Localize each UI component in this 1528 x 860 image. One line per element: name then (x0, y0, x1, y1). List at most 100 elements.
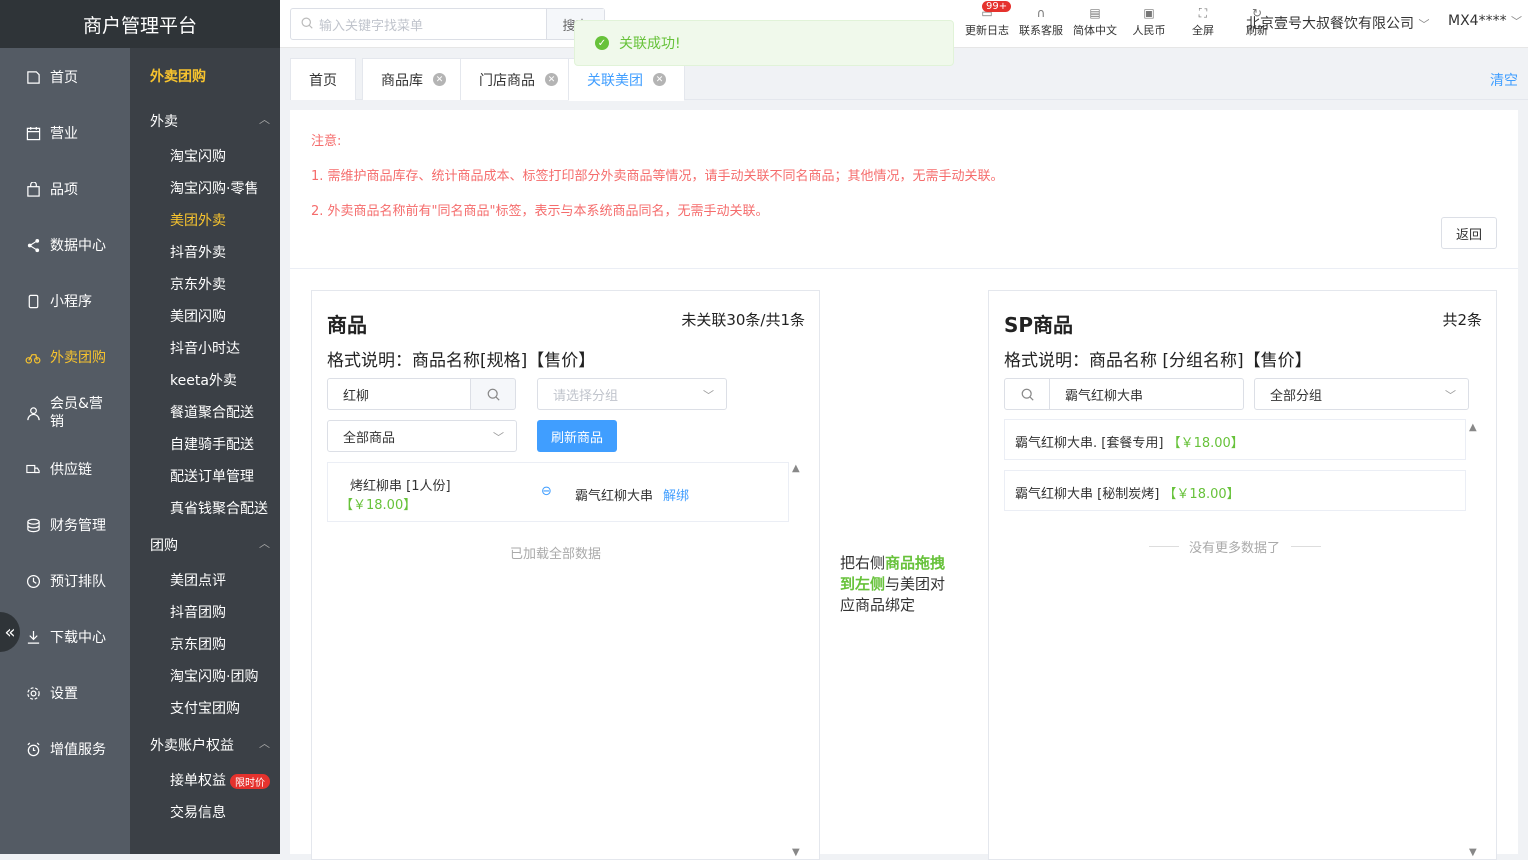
clear-tabs-link[interactable]: 清空 (1490, 70, 1518, 90)
close-icon[interactable]: ✕ (653, 73, 666, 86)
divider (1149, 546, 1179, 547)
submenu-item[interactable]: 抖音团购 (170, 602, 226, 622)
submenu-item-orders-rights[interactable]: 接单权益 限时价 (170, 770, 270, 790)
sidebar-item-finance[interactable]: 财务管理 (0, 497, 130, 553)
submenu-item[interactable]: 支付宝团购 (170, 698, 240, 718)
submenu-item[interactable]: 配送订单管理 (170, 466, 254, 486)
scroll-up-icon[interactable]: ▲ (1469, 422, 1477, 433)
sp-product-row[interactable]: 霸气红柳大串. [套餐专用] 【￥18.00】 (1004, 419, 1466, 460)
sidebar-item-business[interactable]: 营业 (0, 105, 130, 161)
bag-icon (24, 180, 42, 198)
scroll-down-icon[interactable]: ▼ (792, 847, 800, 858)
sp-group-select[interactable]: 全部分组 ﹀ (1254, 378, 1469, 410)
chevron-down-icon: ﹀ (1445, 389, 1456, 402)
sidebar-item-member[interactable]: 会员&营销 (0, 385, 130, 441)
submenu-group-account[interactable]: 外卖账户权益 ︿ (150, 735, 270, 755)
tool-label: 人民币 (1132, 24, 1166, 37)
submenu-item[interactable]: 淘宝闪购·零售 (170, 178, 258, 198)
product-price: 【￥18.00】 (340, 498, 417, 513)
product-search-input[interactable]: 红柳 (327, 378, 471, 410)
sidebar-item-label: 供应链 (50, 462, 92, 478)
submenu-group-delivery[interactable]: 外卖 ︿ (150, 111, 270, 131)
filter-value: 全部商品 (343, 430, 396, 446)
search-icon (1021, 388, 1034, 401)
format-hint: 格式说明：商品名称[规格]【售价】 (327, 351, 596, 371)
sidebar-item-reservation[interactable]: 预订排队 (0, 553, 130, 609)
submenu-item[interactable]: 京东团购 (170, 634, 226, 654)
tab-store-products[interactable]: 门店商品 ✕ (460, 58, 577, 100)
sidebar-item-supply-chain[interactable]: 供应链 (0, 441, 130, 497)
sidebar-item-label: 财务管理 (50, 518, 106, 534)
sidebar-item-home[interactable]: 首页 (0, 49, 130, 105)
support-button[interactable]: ∩ 联系客服 (1014, 6, 1068, 38)
group-select[interactable]: 请选择分组 ﹀ (537, 378, 727, 410)
close-icon[interactable]: ✕ (545, 73, 558, 86)
download-icon (24, 628, 42, 646)
menu-search[interactable]: 输入关键字找菜单 搜索 (290, 8, 605, 40)
user-menu[interactable]: MX4**** ﹀ (1448, 13, 1522, 29)
main-sidebar: 首页 营业 品项 数据中心 小程序 外卖团购 会员&营销 供应链 财务管理 预订… (0, 0, 130, 854)
submenu-group-groupbuy[interactable]: 团购 ︿ (150, 535, 270, 555)
tab-label: 商品库 (381, 72, 423, 89)
tab-home[interactable]: 首页 (290, 58, 356, 100)
submenu-item-active[interactable]: 美团外卖 (170, 210, 226, 230)
submenu-item[interactable]: 京东外卖 (170, 274, 226, 294)
headset-icon: ∩ (1036, 6, 1046, 20)
scroll-up-icon[interactable]: ▲ (792, 463, 800, 474)
submenu-heading: 外卖团购 (150, 69, 206, 85)
product-filter-select[interactable]: 全部商品 ﹀ (327, 420, 517, 452)
sp-product-name: 霸气红柳大串. [套餐专用] (1015, 436, 1164, 451)
chevron-down-icon: ﹀ (1511, 15, 1523, 28)
sidebar-item-value-added[interactable]: 增值服务 (0, 721, 130, 777)
tool-label: 更新日志 (965, 24, 1009, 37)
sp-product-row[interactable]: 霸气红柳大串 [秘制炭烤] 【￥18.00】 (1004, 470, 1466, 511)
scroll-down-icon[interactable]: ▼ (1469, 847, 1477, 858)
sidebar-item-products[interactable]: 品项 (0, 161, 130, 217)
sidebar-item-label: 增值服务 (50, 742, 106, 758)
close-icon[interactable]: ✕ (433, 73, 446, 86)
unbind-link[interactable]: 解绑 (663, 485, 689, 504)
submenu-item[interactable]: 真省钱聚合配送 (170, 498, 268, 518)
main-content: 注意: 1. 需维护商品库存、统计商品成本、标签打印部分外卖商品等情况，请手动关… (290, 110, 1518, 860)
sidebar-item-mini-program[interactable]: 小程序 (0, 273, 130, 329)
sidebar-item-download[interactable]: 下载中心 (0, 609, 130, 665)
submenu-item[interactable]: 美团闪购 (170, 306, 226, 326)
chevron-up-icon: ︿ (259, 537, 270, 550)
product-row[interactable]: 烤红柳串 [1人份] 【￥18.00】 ⊖ 霸气红柳大串 解绑 (327, 462, 789, 522)
submenu-item[interactable]: 自建骑手配送 (170, 434, 254, 454)
refresh-products-button[interactable]: 刷新商品 (537, 420, 617, 452)
changelog-button[interactable]: ▭ 99+ 更新日志 (960, 1, 1014, 38)
submenu-item[interactable]: 抖音外卖 (170, 242, 226, 262)
tab-label: 关联美团 (587, 72, 643, 89)
currency-button[interactable]: ▣ 人民币 (1122, 6, 1176, 38)
link-icon: ⊖ (541, 484, 552, 499)
sp-product-name: 霸气红柳大串 [秘制炭烤] (1015, 487, 1160, 502)
submenu-item[interactable]: 淘宝闪购 (170, 146, 226, 166)
tab-product-library[interactable]: 商品库 ✕ (362, 58, 465, 100)
company-selector[interactable]: 北京壹号大叔餐饮有限公司 ﹀ (1246, 13, 1429, 33)
sp-product-search-input[interactable]: 霸气红柳大串 (1049, 378, 1244, 410)
sidebar-item-settings[interactable]: 设置 (0, 665, 130, 721)
panel-title: 商品 (327, 313, 367, 337)
tool-label: 联系客服 (1019, 24, 1063, 37)
product-search-button[interactable] (470, 378, 516, 410)
submenu-item[interactable]: 美团点评 (170, 570, 226, 590)
submenu-item[interactable]: 抖音小时达 (170, 338, 240, 358)
submenu-item[interactable]: keeta外卖 (170, 370, 237, 390)
submenu-item[interactable]: 餐道聚合配送 (170, 402, 254, 422)
sidebar-item-delivery[interactable]: 外卖团购 (0, 329, 130, 385)
fullscreen-button[interactable]: ⛶ 全屏 (1176, 6, 1230, 38)
panel-count: 共2条 (1442, 311, 1482, 329)
submenu: 外卖团购 外卖 ︿ 淘宝闪购 淘宝闪购·零售 美团外卖 抖音外卖 京东外卖 美团闪… (130, 48, 280, 854)
language-button[interactable]: ▤ 简体中文 (1068, 6, 1122, 38)
sidebar-item-data-center[interactable]: 数据中心 (0, 217, 130, 273)
drag-hint: 把右侧商品拖拽到左侧与美团对应商品绑定 (840, 553, 960, 616)
back-button[interactable]: 返回 (1441, 217, 1497, 249)
search-input[interactable]: 输入关键字找菜单 (319, 15, 423, 34)
submenu-item[interactable]: 交易信息 (170, 802, 226, 822)
linked-product-name: 霸气红柳大串 (575, 489, 654, 504)
chevron-down-icon: ﹀ (703, 389, 714, 402)
submenu-item[interactable]: 淘宝闪购·团购 (170, 666, 258, 686)
sp-product-price: 【￥18.00】 (1167, 436, 1244, 451)
notice-title: 注意: (311, 134, 342, 149)
